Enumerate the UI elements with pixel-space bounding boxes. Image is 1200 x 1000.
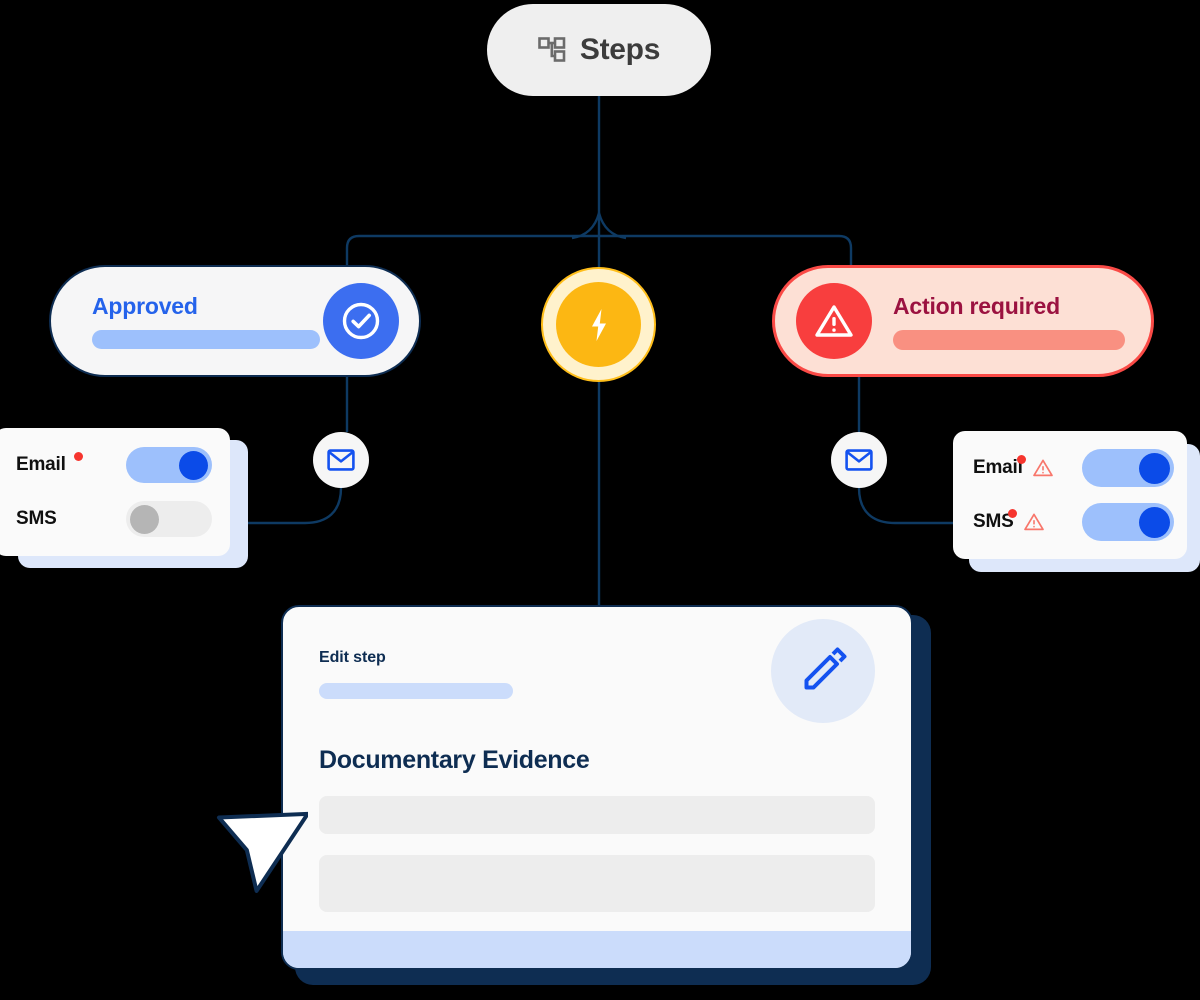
unread-dot-icon (1016, 455, 1026, 464)
action-required-progress-bar (893, 329, 1125, 350)
sms-toggle[interactable] (126, 501, 212, 537)
envelope-icon (845, 449, 873, 471)
email-connector-node-left[interactable] (313, 432, 369, 488)
right-notification-panel: Email SMS (953, 431, 1187, 559)
edit-step-card[interactable]: Edit step Documentary Evidence (281, 605, 913, 970)
warning-triangle-icon (1023, 512, 1045, 532)
unread-dot-icon (74, 452, 83, 461)
approved-progress-bar (92, 330, 320, 349)
email-toggle[interactable] (1082, 449, 1174, 487)
action-required-title: Action required (893, 292, 1060, 319)
notification-row: SMS (973, 495, 1187, 549)
email-toggle[interactable] (126, 447, 212, 483)
envelope-icon (327, 449, 355, 471)
pencil-icon (797, 645, 849, 697)
toggle-knob (130, 504, 159, 534)
trigger-badge[interactable] (541, 267, 656, 382)
warning-triangle-icon (1032, 458, 1054, 478)
channel-label-sms: SMS (16, 508, 80, 530)
check-circle-icon (323, 283, 399, 359)
action-required-status-card[interactable]: Action required (772, 265, 1154, 377)
lightning-bolt-icon (556, 282, 641, 367)
left-notification-panel: Email SMS (0, 428, 230, 556)
canvas-root: Steps Approved Action required Email SMS… (0, 0, 1200, 1000)
placeholder-field-1[interactable] (319, 796, 875, 834)
channel-label-email: Email (973, 455, 1026, 479)
steps-pill-label: Steps (579, 33, 661, 66)
notification-row: Email (973, 441, 1187, 495)
approved-title: Approved (92, 293, 198, 319)
approved-card-body: Approved (51, 293, 323, 349)
toggle-knob (179, 450, 208, 480)
edit-step-subtitle-bar (319, 683, 513, 699)
cursor-arrow-icon (196, 789, 310, 906)
hierarchy-icon (538, 37, 566, 63)
notification-row: Email (16, 438, 230, 492)
edit-card-content: Edit step Documentary Evidence (283, 607, 911, 912)
notification-row: SMS (16, 492, 230, 546)
channel-label-email-text: Email (16, 454, 66, 475)
action-card-body: Action required (872, 293, 1151, 350)
approved-status-card[interactable]: Approved (49, 265, 421, 377)
edit-card-footer (283, 931, 911, 968)
warning-triangle-icon (796, 283, 872, 359)
unread-dot-icon (1007, 509, 1017, 518)
edit-button[interactable] (771, 619, 875, 723)
toggle-knob (1139, 452, 1170, 484)
placeholder-field-2[interactable] (319, 855, 875, 912)
toggle-knob (1139, 506, 1170, 538)
email-connector-node-right[interactable] (831, 432, 887, 488)
documentary-evidence-heading: Documentary Evidence (319, 746, 590, 774)
channel-label-sms-text: SMS (16, 508, 57, 529)
channel-label-email-text: Email (973, 457, 1023, 478)
steps-pill[interactable]: Steps (487, 4, 711, 96)
channel-label-sms: SMS (973, 509, 1017, 533)
channel-label-email: Email (16, 452, 83, 476)
sms-toggle[interactable] (1082, 503, 1174, 541)
